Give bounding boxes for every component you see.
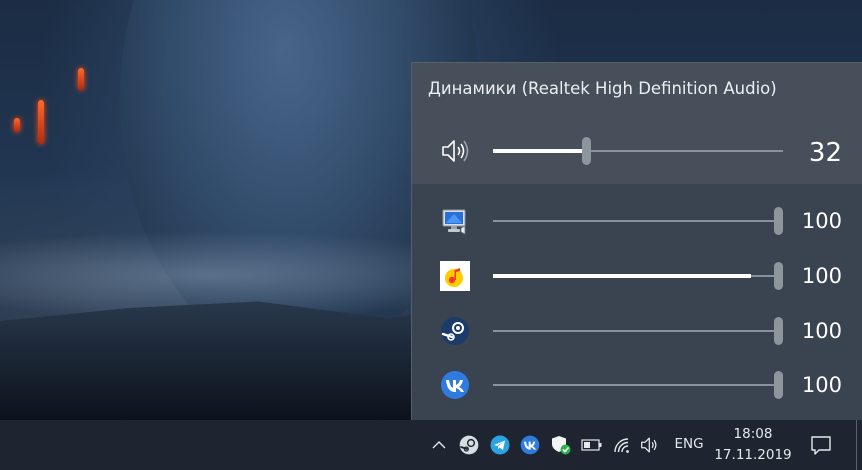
- slider-track: [493, 220, 783, 222]
- slider-thumb[interactable]: [774, 262, 783, 290]
- slider-track: [493, 330, 783, 332]
- steam-icon[interactable]: [440, 316, 470, 346]
- app-volume-slider[interactable]: [493, 370, 783, 400]
- slider-fill: [493, 149, 586, 153]
- volume-mixer-flyout: Динамики (Realtek High Definition Audio)…: [411, 62, 862, 420]
- master-volume-row: 32: [412, 127, 862, 175]
- clock-date[interactable]: 17.11.2019: [710, 447, 796, 463]
- slider-peak-fill: [493, 274, 752, 278]
- system-sounds-icon[interactable]: [440, 206, 470, 236]
- speaker-tray-icon[interactable]: [638, 420, 662, 470]
- show-desktop-button[interactable]: [856, 420, 862, 470]
- app-volume-slider[interactable]: [493, 206, 783, 236]
- app-volume-slider[interactable]: [493, 261, 783, 291]
- vk-icon[interactable]: [440, 370, 470, 400]
- app-volume-value: 100: [801, 264, 842, 288]
- slider-thumb[interactable]: [774, 371, 783, 399]
- action-center-icon[interactable]: [806, 420, 836, 470]
- master-volume-slider[interactable]: [493, 136, 783, 166]
- clock-time[interactable]: 18:08: [710, 426, 796, 442]
- app-volume-value: 100: [801, 209, 842, 233]
- shield-check-icon[interactable]: [549, 420, 573, 470]
- vk-tray-icon[interactable]: [518, 420, 542, 470]
- master-volume-value: 32: [808, 138, 842, 168]
- app-volume-value: 100: [801, 373, 842, 397]
- taskbar: ENG 18:08 17.11.2019: [0, 420, 862, 470]
- output-device-name[interactable]: Динамики (Realtek High Definition Audio): [428, 79, 777, 98]
- wallpaper-lava-glow: [78, 68, 84, 90]
- app-volume-row-system-sounds: 100: [412, 197, 862, 245]
- steam-tray-icon[interactable]: [457, 420, 481, 470]
- wifi-icon[interactable]: [610, 420, 634, 470]
- wallpaper-lava-glow: [14, 118, 20, 132]
- slider-thumb[interactable]: [581, 137, 591, 165]
- app-volume-row-steam: 100: [412, 307, 862, 355]
- battery-icon[interactable]: [579, 420, 605, 470]
- chevron-up-icon[interactable]: [428, 420, 450, 470]
- app-volume-row-vk: 100: [412, 361, 862, 409]
- slider-track: [493, 384, 783, 386]
- speaker-volume-icon[interactable]: [440, 136, 470, 166]
- input-language-indicator[interactable]: ENG: [669, 436, 709, 452]
- yandex-music-icon[interactable]: [440, 261, 470, 291]
- app-volume-row-yandex-music: 100: [412, 252, 862, 300]
- app-volume-value: 100: [801, 319, 842, 343]
- slider-thumb[interactable]: [774, 317, 783, 345]
- slider-thumb[interactable]: [774, 207, 783, 235]
- wallpaper-lava-glow: [38, 100, 44, 144]
- master-volume-section: Динамики (Realtek High Definition Audio)…: [412, 63, 862, 184]
- app-volume-slider[interactable]: [493, 316, 783, 346]
- telegram-icon[interactable]: [488, 420, 512, 470]
